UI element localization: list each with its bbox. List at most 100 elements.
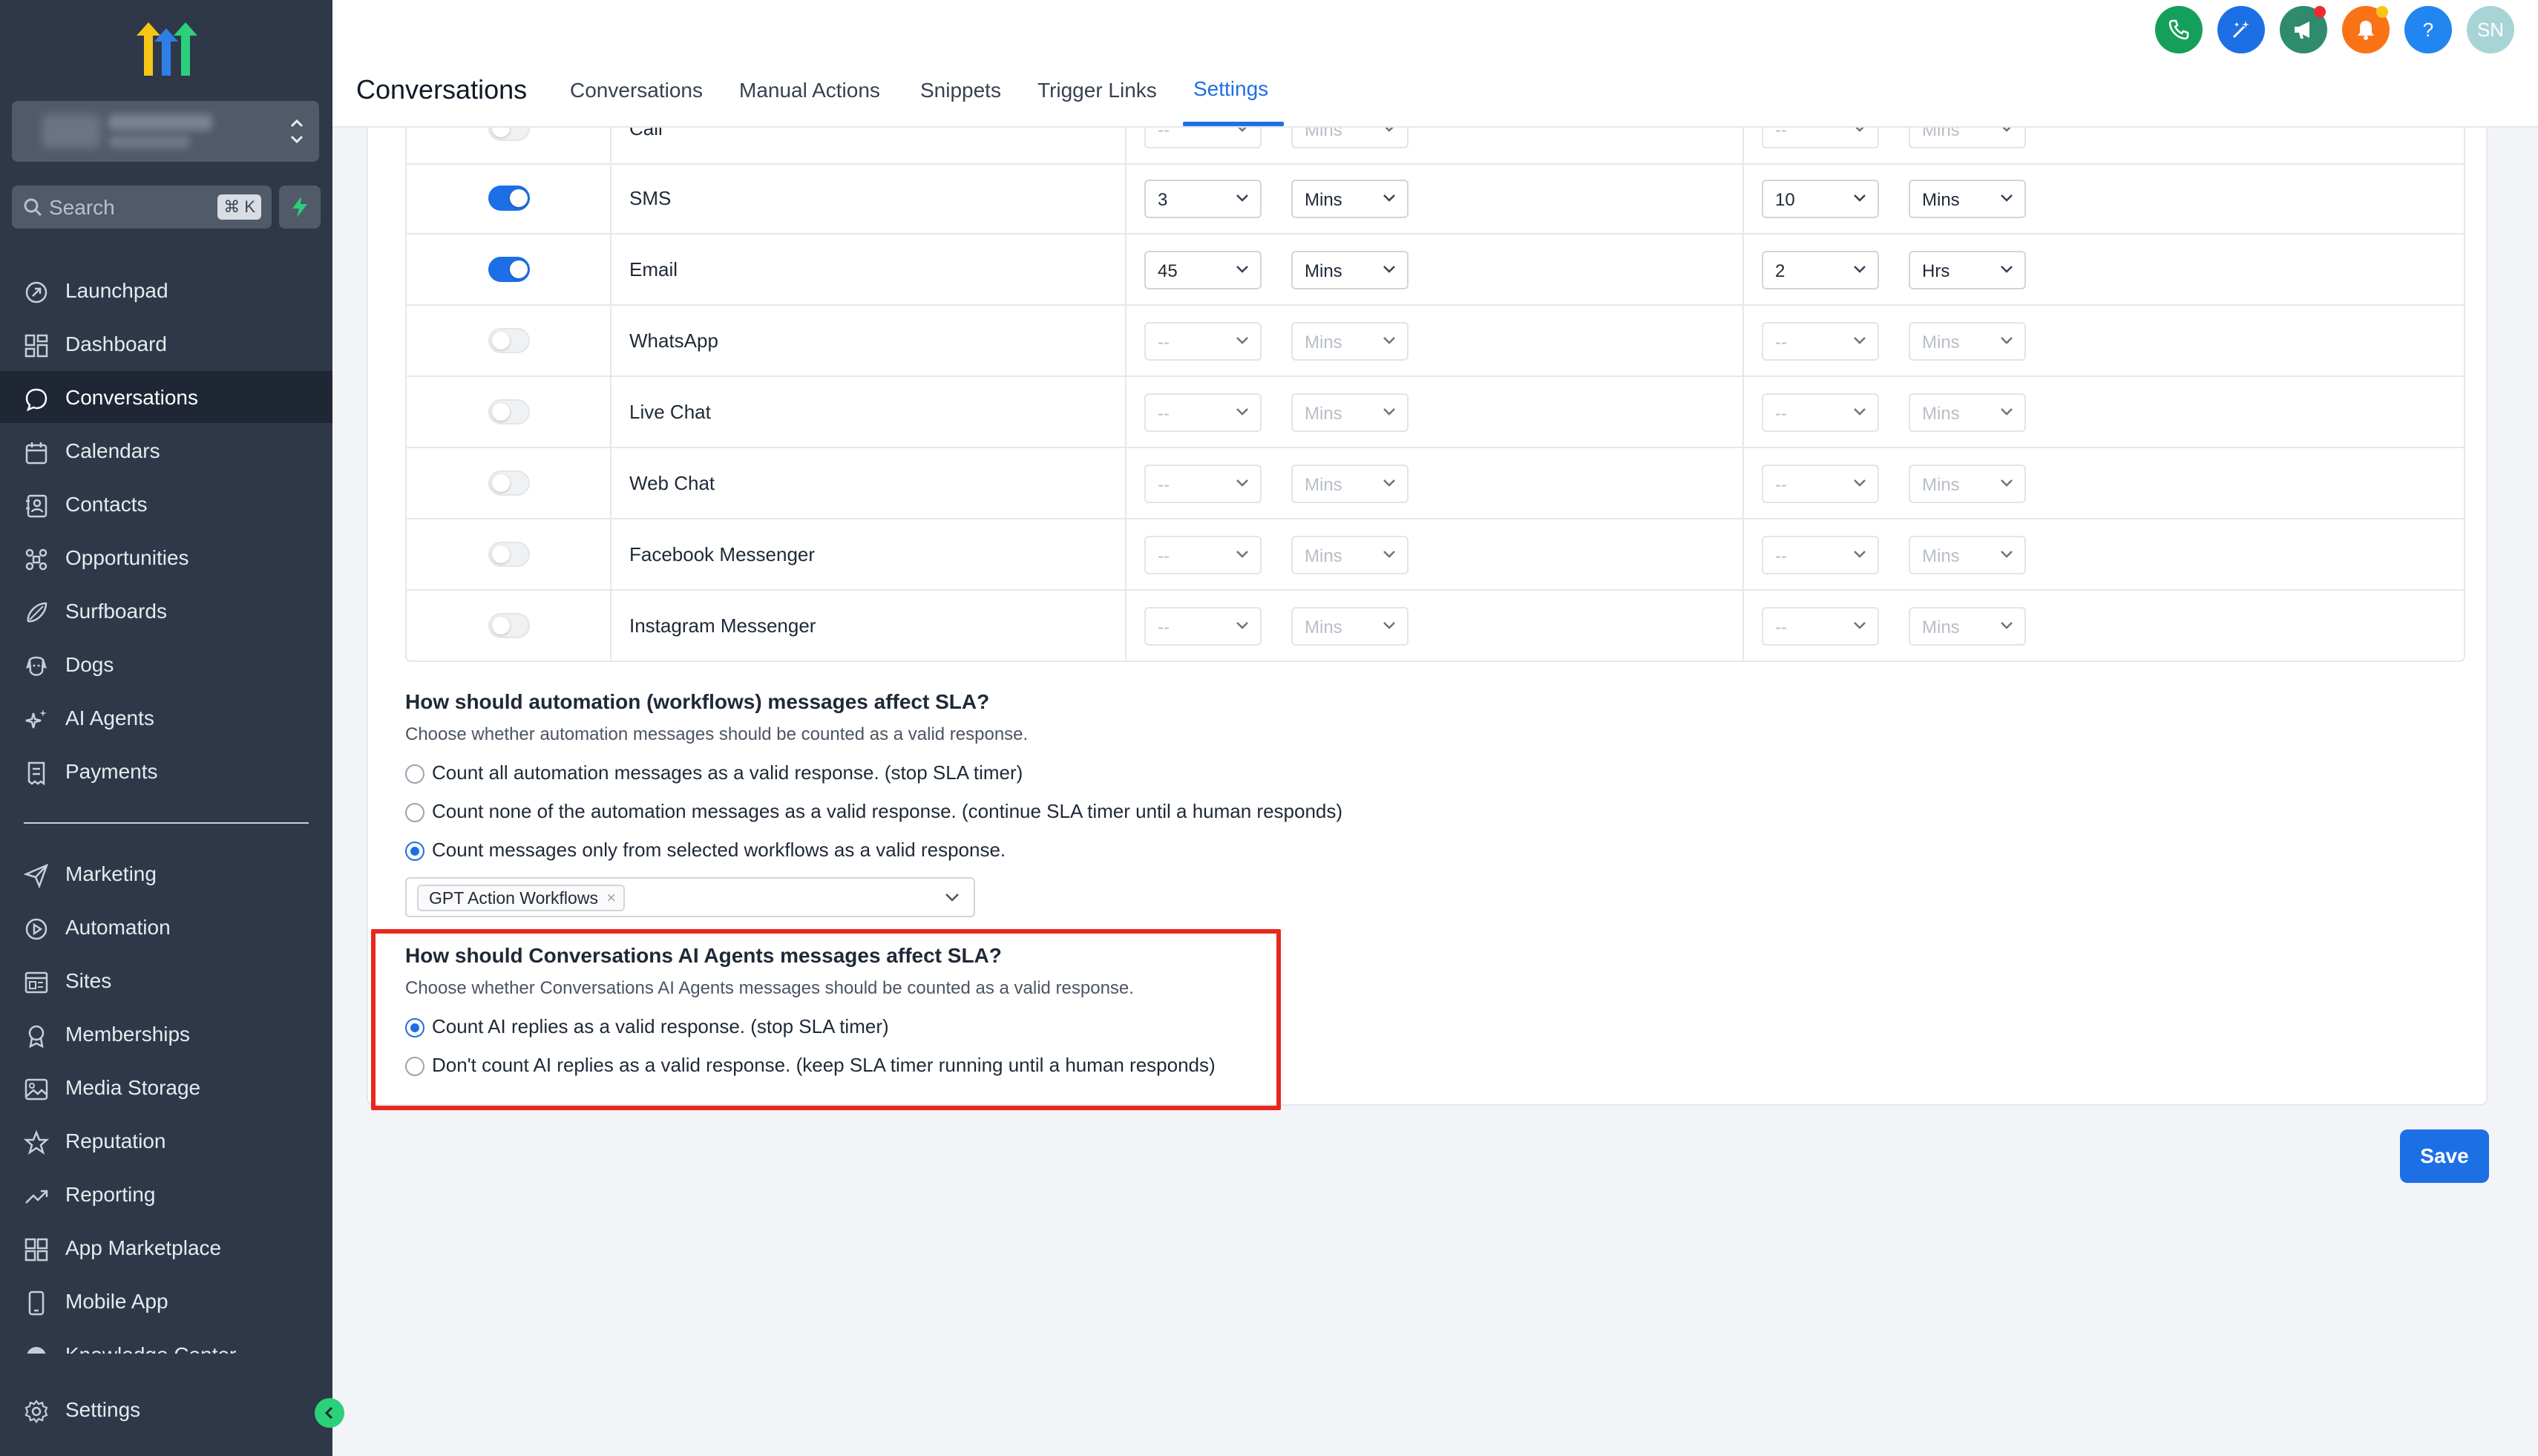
next-response-value-select[interactable]: 10 [1762,180,1879,218]
sidebar-item-label: Calendars [65,439,160,462]
dog-icon [26,656,47,676]
chevron-down-icon [1236,622,1248,629]
announcements-button[interactable] [2280,6,2327,53]
brand-logo[interactable] [134,19,200,77]
first-response-value-select[interactable]: 45 [1144,251,1262,289]
magic-button[interactable] [2217,6,2265,53]
channel-toggle[interactable] [488,470,530,496]
sidebar-item-settings[interactable]: Settings [0,1383,332,1435]
sidebar-divider [24,822,309,824]
sidebar-item-label: Media Storage [65,1076,201,1099]
radio-label: Count messages only from selected workfl… [432,839,1006,861]
chevron-down-icon [2001,337,2013,344]
notifications-button[interactable] [2342,6,2390,53]
account-switcher[interactable] [12,101,319,162]
tab-conversations[interactable]: Conversations [570,79,703,102]
automation-icon [25,918,47,940]
close-icon[interactable]: × [606,886,616,910]
next-response-unit-select[interactable]: Mins [1909,322,2026,361]
first-response-unit-select[interactable]: Mins [1291,393,1409,432]
quick-action-button[interactable] [279,186,321,229]
first-response-value-select[interactable]: -- [1144,393,1262,432]
next-response-value-select[interactable]: -- [1762,607,1879,646]
sidebar-item-reporting[interactable]: Reporting [0,1168,332,1220]
channel-toggle[interactable] [488,542,530,567]
notification-dot [2376,6,2388,18]
sidebar-item-dashboard[interactable]: Dashboard [0,318,332,370]
first-response-unit-select[interactable]: Mins [1291,322,1409,361]
sidebar-item-memberships[interactable]: Memberships [0,1008,332,1060]
first-response-unit-select[interactable]: Mins [1291,251,1409,289]
first-response-value-select[interactable]: 3 [1144,180,1262,218]
sidebar-item-sites[interactable]: Sites [0,954,332,1006]
help-button[interactable]: ? [2404,6,2452,53]
sidebar-item-calendars[interactable]: Calendars [0,424,332,476]
channel-toggle[interactable] [488,186,530,211]
first-response-unit-select[interactable]: Mins [1291,536,1409,574]
channel-toggle[interactable] [488,257,530,282]
search-label: Search [49,196,115,219]
first-response-unit-select[interactable]: Mins [1291,607,1409,646]
sidebar-item-media-storage[interactable]: Media Storage [0,1061,332,1113]
next-response-value-select[interactable]: -- [1762,393,1879,432]
sidebar-item-mobile-app[interactable]: Mobile App [0,1275,332,1327]
first-response-value-select[interactable]: -- [1144,465,1262,503]
next-response-value-select[interactable]: 2 [1762,251,1879,289]
chevron-down-icon [1383,266,1395,273]
search-box[interactable]: Search ⌘ K [12,186,272,229]
chevron-down-icon [2001,266,2013,273]
radio-button[interactable] [405,842,424,861]
first-response-value-select[interactable]: -- [1144,607,1262,646]
radio-button[interactable] [405,764,424,784]
chat-icon [25,388,47,412]
phone-button[interactable] [2155,6,2203,53]
sidebar-item-surfboards[interactable]: Surfboards [0,585,332,637]
sidebar-item-ai-agents[interactable]: AI Agents [0,692,332,744]
sidebar-item-conversations[interactable]: Conversations [0,371,332,423]
sidebar-item-label: Dashboard [65,332,167,355]
channel-toggle[interactable] [488,613,530,638]
next-response-value-select[interactable]: -- [1762,322,1879,361]
next-response-unit-select[interactable]: Mins [1909,536,2026,574]
first-response-unit-select[interactable]: Mins [1291,465,1409,503]
radio-button[interactable] [405,803,424,822]
channel-toggle[interactable] [488,328,530,353]
sidebar-item-knowledge-center[interactable]: Knowledge Center [0,1328,332,1354]
next-response-unit-select[interactable]: Hrs [1909,251,2026,289]
sidebar-item-launchpad[interactable]: Launchpad [0,264,332,316]
next-response-unit-select[interactable]: Mins [1909,180,2026,218]
notification-dot [2314,6,2326,18]
collapse-sidebar-button[interactable] [315,1398,344,1428]
sidebar-item-contacts[interactable]: Contacts [0,478,332,530]
next-response-value-select[interactable]: -- [1762,536,1879,574]
next-response-value-select[interactable]: -- [1762,465,1879,503]
first-response-unit-select[interactable]: Mins [1291,180,1409,218]
first-response-value-select[interactable]: -- [1144,322,1262,361]
sidebar-item-payments[interactable]: Payments [0,745,332,797]
top-header: Conversations Conversations Manual Actio… [332,0,2538,128]
sidebar-item-opportunities[interactable]: Opportunities [0,531,332,583]
next-response-unit-select[interactable]: Mins [1909,393,2026,432]
tab-settings[interactable]: Settings [1193,77,1268,101]
tab-trigger-links[interactable]: Trigger Links [1037,79,1157,102]
sidebar-item-label: Opportunities [65,546,189,569]
channel-toggle[interactable] [488,399,530,424]
next-response-unit-select[interactable]: Mins [1909,465,2026,503]
opportunities-icon [25,548,47,571]
sidebar-item-automation[interactable]: Automation [0,901,332,953]
search-icon [24,198,42,217]
sidebar-item-marketing[interactable]: Marketing [0,847,332,899]
next-response-unit-select[interactable]: Mins [1909,607,2026,646]
tab-manual-actions[interactable]: Manual Actions [739,79,880,102]
radio-label: Count all automation messages as a valid… [432,761,1023,784]
tab-snippets[interactable]: Snippets [920,79,1001,102]
sidebar-item-app-marketplace[interactable]: App Marketplace [0,1221,332,1273]
workflow-multiselect[interactable]: GPT Action Workflows × [405,877,975,917]
sidebar-item-dogs[interactable]: Dogs [0,638,332,690]
sidebar-item-reputation[interactable]: Reputation [0,1115,332,1167]
table-row-web-chat: Web Chat -- Mins -- Mins [405,448,2465,519]
user-avatar[interactable]: SN [2467,6,2514,53]
chevron-down-icon [1383,551,1395,558]
first-response-value-select[interactable]: -- [1144,536,1262,574]
save-button[interactable]: Save [2400,1129,2489,1183]
